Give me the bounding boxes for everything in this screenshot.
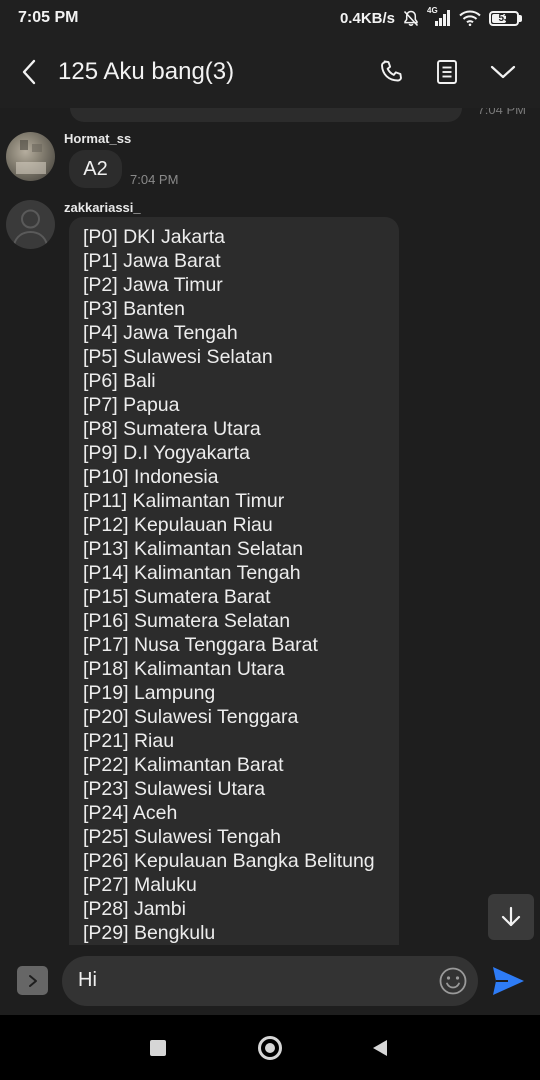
message-line: [P5] Sulawesi Selatan — [83, 346, 273, 368]
emoji-button[interactable] — [438, 966, 468, 996]
document-icon — [437, 60, 457, 84]
message-line: [P1] Jawa Barat — [83, 250, 221, 272]
wifi-icon — [459, 10, 481, 26]
back-button[interactable] — [14, 52, 44, 92]
message-line: [P21] Riau — [83, 730, 175, 752]
arrow-down-icon — [501, 906, 521, 927]
sender-name: zakkariassi_ — [64, 200, 141, 215]
message-line: [P24] Aceh — [83, 802, 178, 824]
system-nav-bar — [0, 1015, 540, 1080]
message-line: [P0] DKI Jakarta — [83, 226, 225, 248]
emoji-icon — [439, 967, 467, 995]
send-button[interactable] — [490, 963, 526, 999]
message-list[interactable]: 7:04 PM Hormat_ss A2 7:04 PM zakkariassi… — [0, 108, 540, 945]
message-input[interactable]: Hi — [62, 956, 478, 1006]
home-circle-icon[interactable] — [258, 1036, 282, 1060]
message-line: [P4] Jawa Tengah — [83, 322, 238, 344]
network-speed: 0.4KB/s — [339, 9, 395, 27]
status-indicators: 0.4KB/s 4G 53 — [339, 6, 522, 27]
scroll-to-bottom-button[interactable] — [488, 894, 534, 940]
message-line: [P14] Kalimantan Tengah — [83, 562, 301, 584]
status-bar: 7:05 PM 0.4KB/s 4G 53 — [0, 0, 540, 36]
message-line: [P8] Sumatera Utara — [83, 418, 261, 440]
message-line: [P25] Sulawesi Tengah — [83, 826, 282, 848]
previous-message-time: 7:04 PM — [477, 108, 526, 117]
message-line: [P2] Jawa Timur — [83, 274, 223, 296]
mute-bell-icon — [403, 10, 419, 27]
message-line: [P17] Nusa Tenggara Barat — [83, 634, 318, 656]
message-line: [P27] Maluku — [83, 874, 197, 896]
battery-level: 53 — [498, 12, 510, 24]
message-line: [P18] Kalimantan Utara — [83, 658, 285, 680]
chevron-down-icon — [490, 65, 516, 79]
back-arrow-icon — [22, 59, 36, 85]
back-triangle-icon[interactable] — [372, 1039, 388, 1062]
message-line: [P6] Bali — [83, 370, 156, 392]
previous-message-bubble[interactable] — [70, 108, 462, 122]
message-text: A2 — [83, 157, 108, 180]
message-line: [P13] Kalimantan Selatan — [83, 538, 304, 560]
send-icon — [493, 967, 524, 995]
message-line: [P28] Jambi — [83, 898, 186, 920]
battery-icon: 53 — [489, 10, 522, 26]
more-button[interactable] — [490, 64, 516, 80]
message-line: [P20] Sulawesi Tenggara — [83, 706, 299, 728]
message-bubble[interactable]: [P0] DKI Jakarta [P1] Jawa Barat [P2] Jawa… — [69, 217, 399, 945]
message-bubble[interactable]: A2 — [69, 150, 122, 188]
message-line: [P3] Banten — [83, 298, 185, 320]
call-button[interactable] — [378, 59, 404, 85]
message-line: [P7] Papua — [83, 394, 180, 416]
sender-name: Hormat_ss — [64, 131, 132, 146]
expand-chevron-icon — [28, 974, 37, 987]
composer: Hi — [0, 945, 540, 1015]
header-actions — [378, 59, 526, 85]
message-line: [P10] Indonesia — [83, 466, 219, 488]
message-input-value[interactable]: Hi — [78, 969, 97, 992]
message-line: [P9] D.I Yogyakarta — [83, 442, 250, 464]
message-line: [P12] Kepulauan Riau — [83, 514, 273, 536]
chat-title: 125 Aku bang(3) — [58, 58, 235, 85]
avatar[interactable] — [6, 200, 55, 249]
message-line: [P29] Bengkulu — [83, 922, 216, 944]
message-line: [P26] Kepulauan Bangka Belitung — [83, 850, 375, 872]
message-line: [P23] Sulawesi Utara — [83, 778, 266, 800]
expand-button[interactable] — [17, 966, 48, 995]
message-line: [P11] Kalimantan Timur — [83, 490, 285, 512]
message-time: 7:04 PM — [130, 172, 179, 187]
avatar[interactable] — [6, 132, 55, 181]
avatar-photo — [16, 140, 46, 174]
chat-header: 125 Aku bang(3) — [0, 36, 540, 108]
message-line: [P16] Sumatera Selatan — [83, 610, 291, 632]
signal-icon: 4G — [427, 6, 451, 26]
recents-square-icon[interactable] — [150, 1040, 166, 1056]
message-line: [P15] Sumatera Barat — [83, 586, 271, 608]
phone-icon — [381, 60, 402, 82]
status-time: 7:05 PM — [18, 9, 79, 26]
details-button[interactable] — [436, 59, 458, 85]
message-line: [P19] Lampung — [83, 682, 216, 704]
default-user-icon — [13, 209, 48, 246]
message-line: [P22] Kalimantan Barat — [83, 754, 284, 776]
network-type: 4G — [427, 6, 438, 15]
